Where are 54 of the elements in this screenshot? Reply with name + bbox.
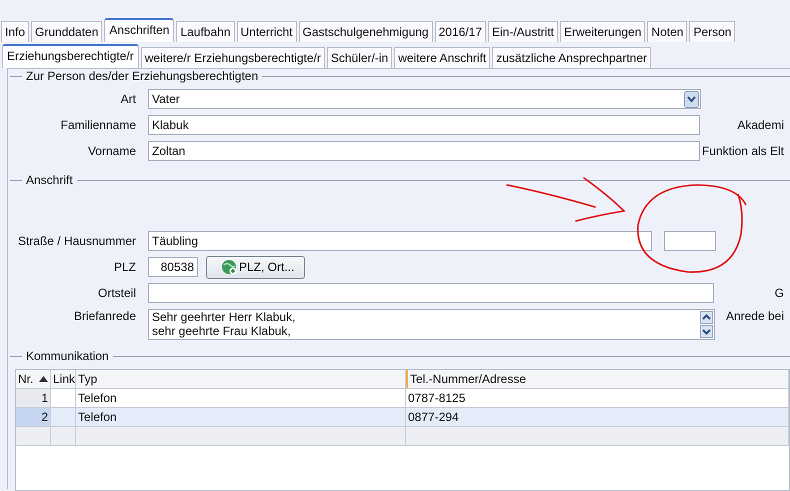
field-label: Ortsteil [96,286,137,300]
dropdown[interactable]: Vater [148,89,701,109]
table-cell: 1 [16,389,51,407]
column-header[interactable]: Typ [76,370,406,388]
group-title: Kommunikation [26,349,109,363]
tab[interactable]: Info [1,21,30,42]
table-cell: 2 [16,408,51,426]
tab[interactable]: Person [689,21,736,42]
text-field[interactable] [148,283,714,303]
tab[interactable]: Erziehungsberechtigte/r [2,44,139,68]
column-header[interactable]: Nr. [16,370,51,388]
field-label: Art [120,92,137,106]
text-field[interactable]: Täubling [148,231,652,251]
text-area[interactable]: Sehr geehrter Herr Klabuk, sehr geehrte Frau Klabuk, [148,309,715,340]
tab[interactable]: Grunddaten [31,21,102,42]
text-field[interactable] [664,231,716,251]
scroll-down-icon[interactable] [700,325,713,338]
group-title: Zur Person des/der Erziehungsberechtigten [26,69,258,83]
globe-icon [221,259,237,275]
tab[interactable]: weitere/r Erziehungsberechtigte/r [140,47,325,68]
text-field[interactable]: Klabuk [148,115,700,135]
field-label: Vorname [86,144,137,158]
field-label: PLZ [112,260,137,274]
field-label: Anrede bei [724,309,785,323]
field-label: Familienname [60,118,137,132]
text-field[interactable]: 80538 [148,257,198,277]
table-cell: Telefon [76,389,406,407]
tab[interactable]: Unterricht [236,21,297,42]
tab[interactable]: Schüler/-in [326,47,392,68]
tab[interactable]: Laufbahn [176,21,234,42]
table-cell: Telefon [76,408,406,426]
field-label: Akademi [736,118,785,132]
tab[interactable]: Anschriften [104,18,174,42]
sort-ascending-icon [39,376,48,382]
column-header[interactable]: Tel.-Nummer/Adresse [406,370,789,388]
text-field[interactable]: Zoltan [148,141,700,161]
field-label: G [774,286,785,300]
tab[interactable]: Gastschulgenehmigung [298,21,433,42]
tab[interactable]: zusätzliche Ansprechpartner [492,47,651,68]
table-row[interactable]: 2 Telefon 0877-294 [16,408,789,427]
scroll-up-icon[interactable] [700,311,713,324]
group-title: Anschrift [26,173,73,187]
tab[interactable]: Erweiterungen [560,21,646,42]
tab[interactable]: Noten [647,21,688,42]
tab[interactable]: 2016/17 [434,21,486,42]
plz-button[interactable]: PLZ, Ort... [206,256,306,278]
table-cell: 0787-8125 [406,389,789,407]
field-label: Straße / Hausnummer [16,234,137,248]
field-label: Funktion als Elt [700,144,785,158]
tab[interactable]: weitere Anschrift [394,47,490,68]
table-cell: 0877-294 [406,408,789,426]
tab[interactable]: Ein-/Austritt [488,21,558,42]
field-label: Briefanrede [72,309,137,323]
column-header[interactable]: Link [51,370,76,388]
